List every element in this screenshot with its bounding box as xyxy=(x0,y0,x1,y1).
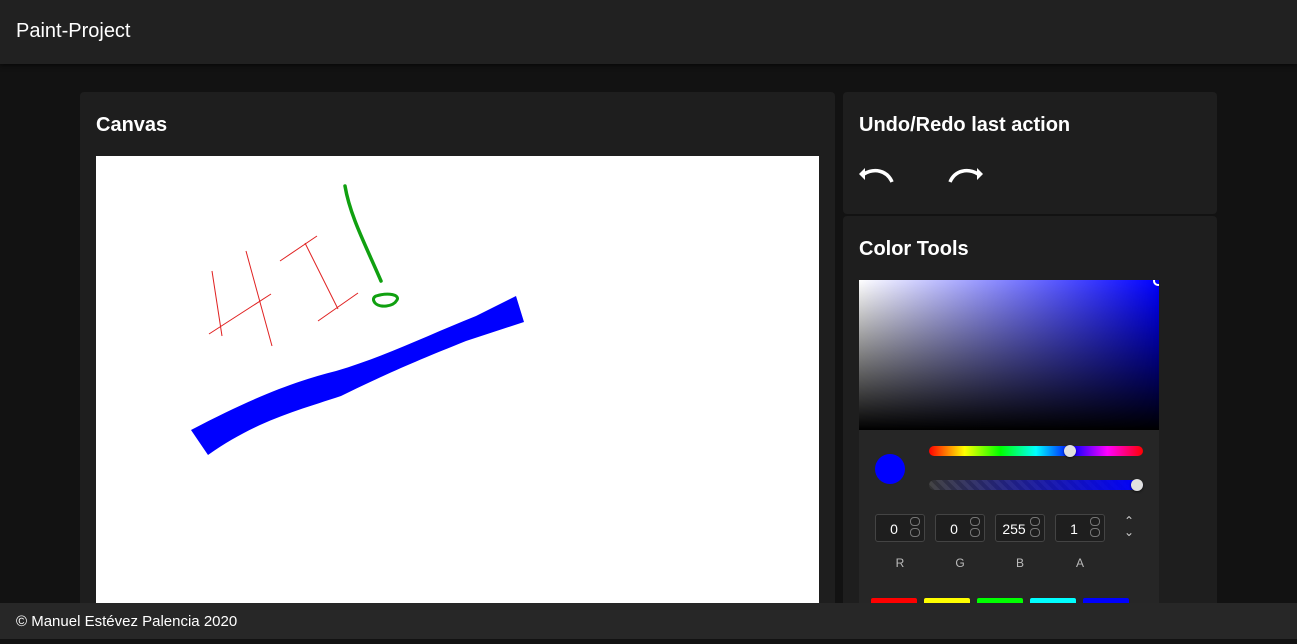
red-stroke xyxy=(304,242,339,310)
green-spinner[interactable] xyxy=(970,517,982,539)
green-input[interactable]: 0 xyxy=(935,514,985,542)
drawing-canvas[interactable] xyxy=(96,156,819,639)
hue-slider[interactable] xyxy=(929,445,1143,457)
saturation-area[interactable] xyxy=(859,280,1159,430)
green-stroke xyxy=(371,292,399,308)
alpha-spinner[interactable] xyxy=(1090,517,1102,539)
saturation-handle[interactable] xyxy=(1153,280,1159,286)
color-tools-card: Color Tools 0 0 255 1 ⌃ ⌄ R G B A xyxy=(843,216,1217,639)
blue-value[interactable]: 255 xyxy=(996,521,1032,537)
red-spinner[interactable] xyxy=(910,517,922,539)
red-input[interactable]: 0 xyxy=(875,514,925,542)
red-stroke xyxy=(279,235,318,262)
color-picker: 0 0 255 1 ⌃ ⌄ R G B A xyxy=(859,280,1159,639)
alpha-slider-thumb[interactable] xyxy=(1131,479,1143,491)
app-title: Paint-Project xyxy=(16,20,131,42)
current-color-swatch xyxy=(875,454,905,484)
color-mode-toggle[interactable]: ⌃ ⌄ xyxy=(1121,515,1137,540)
red-stroke xyxy=(245,250,273,347)
blue-stroke xyxy=(191,296,524,455)
alpha-input[interactable]: 1 xyxy=(1055,514,1105,542)
alpha-slider[interactable] xyxy=(929,479,1143,491)
green-label: G xyxy=(955,556,965,570)
undo-button[interactable] xyxy=(857,160,897,196)
redo-button[interactable] xyxy=(945,160,985,196)
footer: © Manuel Estévez Palencia 2020 xyxy=(0,603,1297,639)
footer-copyright: © Manuel Estévez Palencia 2020 xyxy=(16,613,238,630)
redo-icon xyxy=(948,168,983,183)
hue-slider-thumb[interactable] xyxy=(1064,445,1077,457)
alpha-value[interactable]: 1 xyxy=(1056,521,1092,537)
blue-spinner[interactable] xyxy=(1030,517,1042,539)
red-value[interactable]: 0 xyxy=(876,521,912,537)
blue-input[interactable]: 255 xyxy=(995,514,1045,542)
green-value[interactable]: 0 xyxy=(936,521,972,537)
undo-icon xyxy=(859,168,894,183)
undo-redo-title: Undo/Redo last action xyxy=(859,114,1071,136)
app-bar: Paint-Project xyxy=(0,0,1297,64)
red-stroke xyxy=(317,292,359,322)
red-label: R xyxy=(895,556,905,570)
undo-redo-card: Undo/Redo last action xyxy=(843,92,1217,214)
color-tools-title: Color Tools xyxy=(859,238,969,260)
blue-label: B xyxy=(1015,556,1024,570)
canvas-drawing xyxy=(191,184,524,455)
alpha-label: A xyxy=(1075,556,1084,570)
red-strokes xyxy=(208,235,359,347)
canvas-card: Canvas xyxy=(80,92,835,639)
canvas-card-title: Canvas xyxy=(96,114,168,136)
green-stroke xyxy=(343,184,383,283)
